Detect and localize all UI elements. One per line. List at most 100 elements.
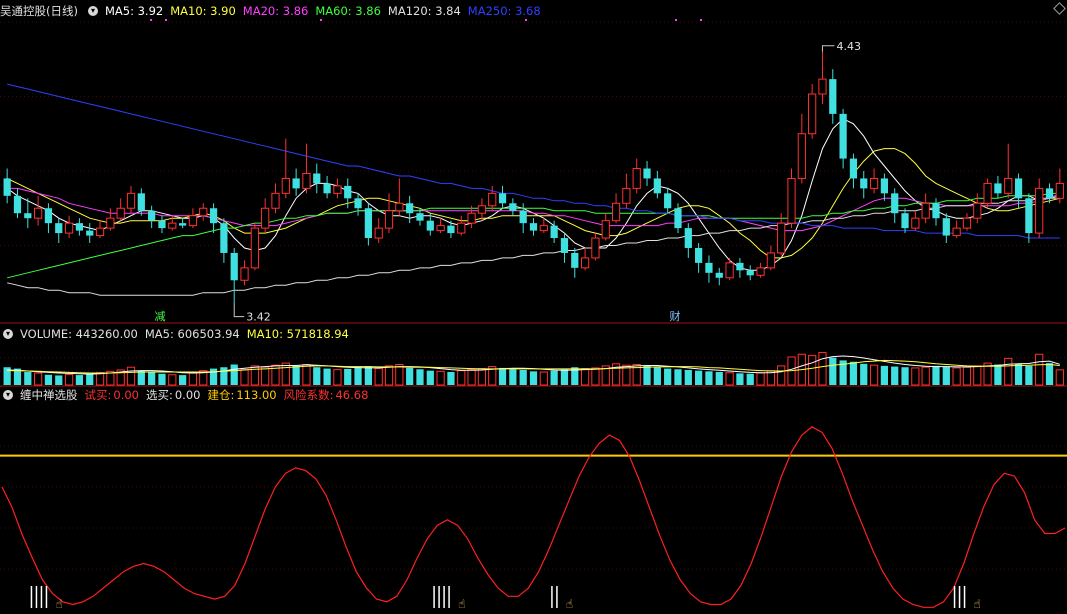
event-marker: 减 xyxy=(155,310,166,323)
candle xyxy=(860,178,868,189)
volume-bar xyxy=(426,370,434,385)
candle xyxy=(426,220,434,231)
volume-bar xyxy=(302,364,311,386)
volume-bar xyxy=(374,368,383,386)
candle xyxy=(942,218,950,236)
volume-bar xyxy=(333,369,342,386)
candle xyxy=(591,237,600,259)
candle xyxy=(302,172,311,189)
candle xyxy=(34,207,43,219)
volume-bar xyxy=(292,365,300,385)
volume-bar xyxy=(643,365,651,385)
volume-bar xyxy=(539,371,548,386)
volume-bar xyxy=(447,372,455,385)
volume-bar xyxy=(230,364,238,385)
candle xyxy=(467,212,476,224)
volume-bar xyxy=(962,366,972,386)
volume-bar xyxy=(1055,369,1064,386)
candle xyxy=(313,173,321,184)
volume-bar xyxy=(188,372,198,386)
signal-dot xyxy=(525,19,527,21)
volume-bar xyxy=(1045,363,1054,385)
volume-bar xyxy=(220,367,228,385)
candle xyxy=(550,225,558,239)
volume-bar xyxy=(384,365,394,386)
volume-bar xyxy=(1025,365,1033,385)
stock-chart[interactable]: 4.433.42减财☝☝☝☝☝☝ xyxy=(0,0,1067,614)
volume-bar xyxy=(684,369,692,385)
candle xyxy=(188,215,198,227)
candle xyxy=(447,225,455,234)
candle xyxy=(374,227,383,239)
candle xyxy=(829,79,837,114)
volume-bar xyxy=(323,368,331,385)
candle xyxy=(601,220,610,239)
candle xyxy=(911,217,920,229)
volume-bar xyxy=(674,369,682,385)
candle xyxy=(539,225,548,232)
volume-bar xyxy=(240,369,249,386)
candle xyxy=(230,252,238,281)
volume-bar xyxy=(653,367,661,385)
candle xyxy=(839,113,847,159)
candle xyxy=(901,213,909,229)
candle xyxy=(261,207,270,229)
candle xyxy=(664,193,672,209)
volume-bar xyxy=(921,366,930,386)
candle xyxy=(488,192,497,207)
candle xyxy=(849,158,858,179)
volume-bar xyxy=(457,370,466,386)
volume-bar xyxy=(498,367,507,385)
high-marker xyxy=(821,45,835,52)
high-label: 4.43 xyxy=(836,40,861,53)
candle xyxy=(220,223,228,253)
candle xyxy=(952,227,961,237)
candle xyxy=(436,225,445,232)
candle xyxy=(580,257,590,269)
candle xyxy=(271,192,280,209)
volume-bar xyxy=(34,372,43,386)
volume-bar xyxy=(148,372,156,385)
candle xyxy=(725,262,734,279)
volume-bar xyxy=(477,368,487,386)
volume-bar xyxy=(344,368,352,385)
volume-bar xyxy=(137,370,145,385)
volume-bar xyxy=(95,372,105,386)
candle xyxy=(766,252,775,269)
volume-bar xyxy=(560,369,569,385)
candle xyxy=(674,208,682,229)
ma-line-ma10 xyxy=(6,148,1060,259)
candle xyxy=(168,222,177,229)
candle xyxy=(756,267,765,276)
volume-bar xyxy=(818,352,827,386)
volume-bar xyxy=(55,375,63,385)
candle xyxy=(560,238,569,253)
volume-bar xyxy=(209,368,218,385)
volume-bar xyxy=(1004,357,1013,386)
candle xyxy=(962,217,972,229)
volume-bar xyxy=(1035,353,1044,386)
ma-line-ma5 xyxy=(6,118,1060,271)
volume-bar xyxy=(829,357,837,385)
candle xyxy=(44,208,53,224)
volume-bar xyxy=(911,367,920,386)
volume-bar xyxy=(550,370,558,385)
candle xyxy=(395,202,404,212)
volume-bar xyxy=(901,367,909,385)
candle xyxy=(406,203,414,214)
candle xyxy=(323,183,331,194)
volume-bar xyxy=(715,372,723,385)
candle xyxy=(292,178,300,189)
signal-dot xyxy=(700,19,702,21)
candle xyxy=(684,228,692,248)
candle xyxy=(869,177,879,189)
signal-dot xyxy=(165,19,167,21)
candle xyxy=(137,193,145,211)
hand-pointer-icon: ☝ xyxy=(566,597,573,611)
volume-bar xyxy=(736,373,744,385)
volume-bar xyxy=(75,375,84,385)
candle xyxy=(736,262,744,271)
candle xyxy=(477,205,487,214)
candle xyxy=(787,177,796,224)
volume-bar xyxy=(261,366,270,386)
